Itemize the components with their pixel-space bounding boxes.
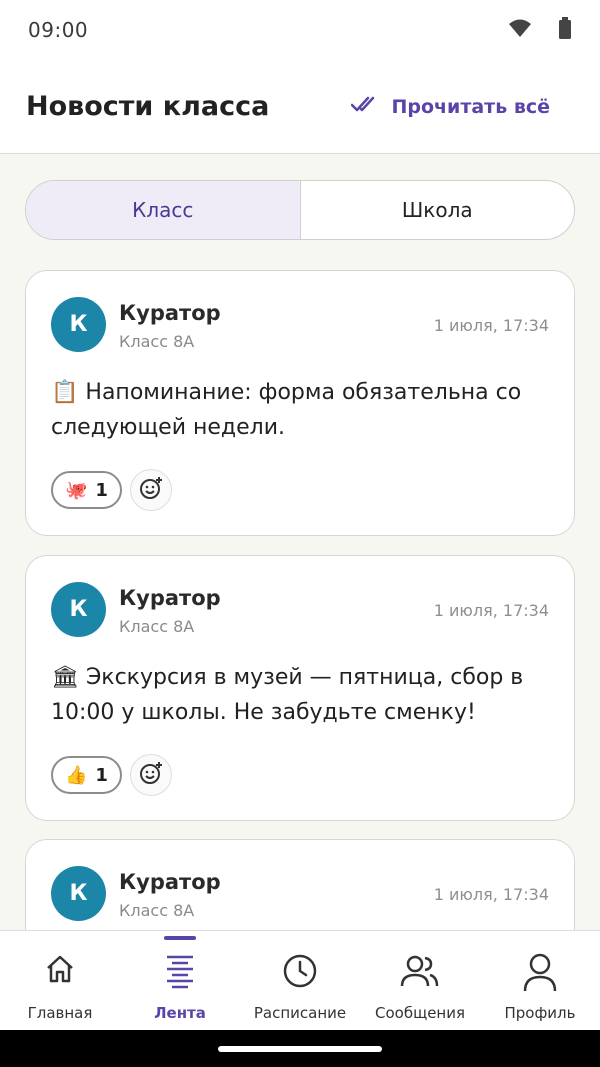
reactions-row: 👍 1 bbox=[51, 754, 172, 796]
reaction-chip[interactable]: 🐙 1 bbox=[51, 471, 122, 509]
reaction-count: 1 bbox=[95, 479, 108, 501]
feed-source-tabs: Класс Школа bbox=[25, 180, 575, 240]
bottom-navigation: Главная Лента Расписание Сообщения Профи… bbox=[0, 930, 600, 1030]
page-title: Новости класса bbox=[26, 91, 270, 122]
nav-schedule[interactable]: Расписание bbox=[240, 931, 360, 1030]
status-bar: 09:00 bbox=[0, 0, 600, 60]
nav-label: Расписание bbox=[253, 1004, 347, 1022]
post-group: Класс 8А bbox=[119, 901, 195, 920]
home-icon bbox=[44, 953, 76, 989]
post-body: Экскурсия в музей — пятница, сбор в 10:0… bbox=[51, 665, 524, 725]
news-feed[interactable]: К Куратор Класс 8А 1 июля, 17:34 📋 Напом… bbox=[25, 270, 575, 930]
post-author: Куратор bbox=[119, 870, 221, 894]
post-text: 🏛 Экскурсия в музей — пятница, сбор в 10… bbox=[51, 660, 551, 730]
post-card[interactable]: К Куратор Класс 8А 1 июля, 17:34 bbox=[25, 839, 575, 930]
profile-icon bbox=[522, 953, 558, 997]
battery-icon bbox=[558, 17, 572, 43]
clock-icon bbox=[282, 953, 318, 993]
nav-home[interactable]: Главная bbox=[0, 931, 120, 1030]
feed-icon bbox=[164, 953, 196, 993]
nav-profile[interactable]: Профиль bbox=[480, 931, 600, 1030]
post-date: 1 июля, 17:34 bbox=[433, 885, 549, 904]
wifi-icon bbox=[508, 18, 532, 42]
status-time: 09:00 bbox=[28, 18, 89, 42]
people-icon bbox=[400, 953, 440, 993]
system-gesture-bar bbox=[0, 1030, 600, 1067]
app-header: Новости класса Прочитать всё bbox=[0, 60, 600, 154]
post-card[interactable]: К Куратор Класс 8А 1 июля, 17:34 🏛 Экску… bbox=[25, 555, 575, 821]
post-author: Куратор bbox=[119, 586, 221, 610]
add-reaction-button[interactable] bbox=[129, 754, 172, 796]
avatar: К bbox=[51, 866, 106, 921]
thumbs-up-emoji: 👍 bbox=[65, 764, 88, 786]
post-card[interactable]: К Куратор Класс 8А 1 июля, 17:34 📋 Напом… bbox=[25, 270, 575, 536]
reaction-chip[interactable]: 👍 1 bbox=[51, 756, 122, 794]
tab-class[interactable]: Класс bbox=[26, 181, 301, 239]
home-gesture-handle[interactable] bbox=[218, 1046, 382, 1052]
avatar: К bbox=[51, 582, 106, 637]
reaction-count: 1 bbox=[95, 764, 108, 786]
nav-feed[interactable]: Лента bbox=[120, 931, 240, 1030]
tab-school[interactable]: Школа bbox=[301, 181, 575, 239]
active-indicator bbox=[164, 936, 196, 940]
double-check-icon bbox=[351, 95, 379, 118]
post-text: 📋 Напоминание: форма обязательна со след… bbox=[51, 375, 551, 445]
add-emoji-icon bbox=[139, 476, 163, 504]
nav-messages[interactable]: Сообщения bbox=[360, 931, 480, 1030]
post-group: Класс 8А bbox=[119, 617, 195, 636]
nav-label: Лента bbox=[154, 1004, 206, 1022]
post-author: Куратор bbox=[119, 301, 221, 325]
reactions-row: 🐙 1 bbox=[51, 469, 172, 511]
nav-label: Профиль bbox=[504, 1004, 576, 1022]
nav-label: Сообщения bbox=[374, 1004, 465, 1022]
read-all-button[interactable]: Прочитать всё bbox=[351, 95, 550, 118]
add-emoji-icon bbox=[139, 761, 163, 789]
post-group: Класс 8А bbox=[119, 332, 195, 351]
read-all-label: Прочитать всё bbox=[391, 95, 550, 118]
post-body: Напоминание: форма обязательна со следую… bbox=[51, 380, 522, 440]
museum-emoji: 🏛 bbox=[51, 665, 79, 690]
nav-label: Главная bbox=[27, 1004, 93, 1022]
clipboard-emoji: 📋 bbox=[51, 380, 79, 405]
octopus-emoji: 🐙 bbox=[65, 479, 88, 501]
add-reaction-button[interactable] bbox=[129, 469, 172, 511]
status-icons bbox=[508, 17, 572, 43]
avatar: К bbox=[51, 297, 106, 352]
post-date: 1 июля, 17:34 bbox=[433, 316, 549, 335]
post-date: 1 июля, 17:34 bbox=[433, 601, 549, 620]
